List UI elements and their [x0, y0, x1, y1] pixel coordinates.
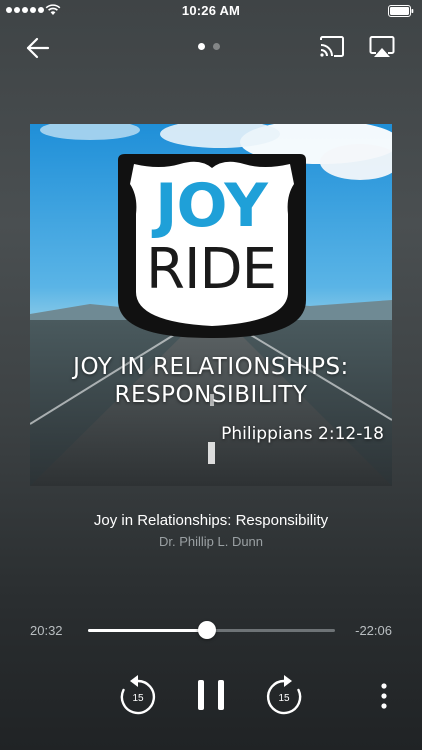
page-indicator — [198, 43, 220, 50]
elapsed-time: 20:32 — [30, 623, 63, 638]
pause-button[interactable] — [196, 679, 226, 711]
forward-seconds: 15 — [278, 693, 290, 704]
progress-knob[interactable] — [197, 621, 216, 639]
back-button[interactable] — [24, 34, 52, 62]
status-time: 10:26 AM — [181, 3, 241, 18]
page-dot-active — [198, 43, 205, 50]
more-options-button[interactable] — [376, 682, 392, 710]
progress-slider[interactable] — [88, 621, 335, 639]
artwork-logo-ride: RIDE — [146, 237, 277, 302]
artwork-title-line2: RESPONSIBILITY — [114, 382, 308, 408]
artwork-verse: Philippians 2:12-18 — [221, 424, 384, 444]
airplay-button[interactable] — [368, 35, 396, 59]
pause-icon — [198, 680, 224, 710]
forward-15-button[interactable]: 15 — [264, 673, 304, 717]
track-artist: Dr. Phillip L. Dunn — [158, 534, 264, 549]
page-dot[interactable] — [213, 43, 220, 50]
more-vertical-icon — [381, 683, 387, 709]
track-title: Joy in Relationships: Responsibility — [93, 512, 329, 529]
airplay-icon — [369, 36, 395, 57]
artwork-title-line1: JOY IN RELATIONSHIPS: — [73, 354, 349, 380]
remaining-time: -22:06 — [355, 623, 392, 638]
arrow-left-icon — [26, 37, 50, 59]
battery-icon — [388, 5, 414, 17]
artwork-logo-joy: JOY — [155, 171, 268, 241]
status-bar: 10:26 AM — [0, 0, 422, 22]
rewind-15-button[interactable]: 15 — [118, 673, 158, 717]
progress-fill — [88, 629, 207, 632]
album-artwork: JOY RIDE JOY IN RELATIONSHIPS: RESPONSIB… — [30, 124, 392, 486]
cast-button[interactable] — [318, 35, 346, 59]
rewind-seconds: 15 — [132, 693, 144, 704]
cast-icon — [320, 36, 344, 57]
